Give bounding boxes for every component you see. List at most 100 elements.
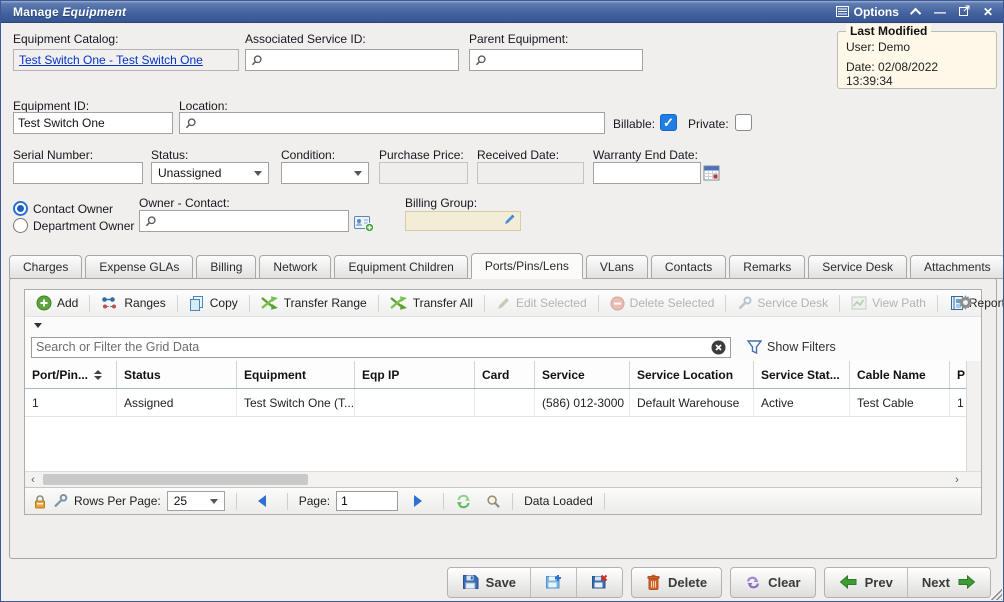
column-header-eqp-ip[interactable]: Eqp IP bbox=[355, 361, 475, 388]
popout-icon[interactable] bbox=[959, 5, 970, 18]
contact-owner-radio[interactable] bbox=[13, 201, 28, 216]
toolbar-overflow-icon[interactable] bbox=[34, 323, 42, 328]
vertical-scrollbar[interactable] bbox=[966, 361, 981, 471]
search-icon bbox=[474, 54, 487, 67]
location-input[interactable] bbox=[197, 114, 604, 132]
wrench-icon[interactable] bbox=[53, 494, 68, 508]
scroll-left-icon[interactable]: ‹ bbox=[25, 472, 41, 487]
associated-service-id-input[interactable] bbox=[263, 51, 458, 69]
column-header-port-pin[interactable]: Port/Pin... bbox=[25, 361, 117, 388]
column-header-cable-name[interactable]: Cable Name bbox=[850, 361, 950, 388]
grid-search-input[interactable] bbox=[36, 340, 711, 354]
page-label: Page: bbox=[299, 494, 330, 508]
tab-contacts[interactable]: Contacts bbox=[651, 255, 726, 279]
service-desk-button: Service Desk bbox=[732, 294, 833, 313]
copy-label: Copy bbox=[210, 296, 238, 310]
add-contact-icon[interactable] bbox=[354, 215, 375, 238]
column-header-service-status[interactable]: Service Stat... bbox=[754, 361, 850, 388]
owner-contact-input[interactable] bbox=[157, 212, 348, 230]
column-label: Service Location bbox=[637, 368, 733, 382]
prev-button[interactable]: Prev bbox=[825, 568, 907, 597]
clear-refresh-icon bbox=[745, 575, 761, 590]
next-page-icon[interactable] bbox=[414, 495, 422, 507]
delete-selected-label: Delete Selected bbox=[630, 296, 715, 310]
column-header-p[interactable]: P bbox=[950, 361, 966, 388]
ranges-button[interactable]: Ranges bbox=[96, 294, 170, 312]
delete-button[interactable]: Delete bbox=[631, 567, 722, 598]
tab-network[interactable]: Network bbox=[259, 255, 331, 279]
tab-equipment-children[interactable]: Equipment Children bbox=[334, 255, 467, 279]
tab-vlans[interactable]: VLans bbox=[586, 255, 648, 279]
tab-service-desk[interactable]: Service Desk bbox=[808, 255, 907, 279]
cell-status: Assigned bbox=[117, 389, 237, 416]
close-icon[interactable]: ✕ bbox=[983, 6, 993, 18]
equipment-catalog-link[interactable]: Test Switch One - Test Switch One bbox=[19, 53, 203, 67]
minimize-icon[interactable]: — bbox=[934, 6, 946, 18]
chevron-down-icon bbox=[210, 499, 218, 504]
parent-equipment-input[interactable] bbox=[487, 51, 642, 69]
status-select[interactable]: Unassigned bbox=[151, 162, 269, 184]
tab-expense-glas[interactable]: Expense GLAs bbox=[85, 255, 193, 279]
tab-billing[interactable]: Billing bbox=[196, 255, 256, 279]
tab-charges[interactable]: Charges bbox=[9, 255, 82, 279]
column-header-card[interactable]: Card bbox=[475, 361, 535, 388]
lock-icon[interactable] bbox=[33, 494, 47, 509]
serial-number-input[interactable] bbox=[13, 162, 143, 184]
grid-header-row: Port/Pin... Status Equipment Eqp IP Card… bbox=[25, 361, 966, 389]
report-button[interactable]: Report bbox=[944, 293, 1004, 313]
calendar-icon[interactable] bbox=[703, 164, 720, 186]
save-button[interactable]: Save bbox=[448, 568, 530, 597]
equipment-id-input[interactable] bbox=[13, 112, 173, 134]
associated-service-id-field bbox=[245, 49, 459, 71]
billable-checkbox[interactable] bbox=[660, 114, 677, 131]
copy-button[interactable]: Copy bbox=[184, 293, 243, 313]
view-path-button: View Path bbox=[846, 294, 931, 312]
location-label: Location: bbox=[179, 99, 228, 113]
next-button[interactable]: Next bbox=[907, 568, 990, 597]
page-number-input[interactable] bbox=[336, 491, 398, 511]
delete-selected-icon bbox=[610, 296, 625, 311]
rows-per-page-select[interactable]: 25 bbox=[167, 491, 225, 511]
transfer-all-label: Transfer All bbox=[413, 296, 473, 310]
grid-find-icon[interactable] bbox=[486, 494, 501, 509]
ports-grid-widget: Add Ranges bbox=[24, 289, 982, 515]
horizontal-scrollbar[interactable]: ‹ › bbox=[25, 471, 981, 487]
scrollbar-thumb[interactable] bbox=[43, 474, 308, 485]
scroll-right-icon[interactable]: › bbox=[949, 472, 965, 487]
transfer-all-button[interactable]: Transfer All bbox=[385, 294, 478, 312]
gear-icon[interactable] bbox=[958, 295, 973, 315]
tab-remarks[interactable]: Remarks bbox=[729, 255, 805, 279]
owner-contact-field bbox=[139, 210, 349, 232]
tab-strip: Charges Expense GLAs Billing Network Equ… bbox=[9, 253, 1004, 279]
department-owner-radio[interactable] bbox=[13, 218, 28, 233]
clear-button[interactable]: Clear bbox=[730, 567, 816, 598]
add-button[interactable]: Add bbox=[31, 293, 83, 313]
window-resize-handle[interactable] bbox=[990, 588, 1002, 600]
column-header-service[interactable]: Service bbox=[535, 361, 630, 388]
next-label: Next bbox=[922, 575, 950, 590]
footer-button-bar: Save bbox=[447, 566, 991, 598]
save-and-new-button[interactable] bbox=[530, 568, 576, 597]
column-header-status[interactable]: Status bbox=[117, 361, 237, 388]
warranty-end-date-input[interactable] bbox=[593, 162, 701, 184]
save-and-close-button[interactable] bbox=[576, 568, 622, 597]
parent-equipment-label: Parent Equipment: bbox=[469, 32, 568, 46]
collapse-icon[interactable] bbox=[913, 6, 921, 18]
condition-select[interactable] bbox=[281, 162, 369, 184]
previous-page-icon[interactable] bbox=[258, 495, 266, 507]
options-button[interactable]: Options bbox=[836, 5, 899, 19]
last-modified-box: Last Modified User: Demo Date: 02/08/202… bbox=[837, 31, 997, 89]
column-header-service-location[interactable]: Service Location bbox=[630, 361, 754, 388]
tab-attachments[interactable]: Attachments bbox=[910, 255, 1004, 279]
refresh-icon[interactable] bbox=[455, 494, 472, 509]
grid-pager: Rows Per Page: 25 Page: bbox=[25, 487, 981, 514]
edit-pencil-icon[interactable] bbox=[504, 212, 516, 230]
private-checkbox[interactable] bbox=[735, 114, 752, 131]
table-row[interactable]: 1 Assigned Test Switch One (T... (586) 0… bbox=[25, 389, 966, 417]
window-title: Manage Equipment bbox=[13, 5, 126, 19]
tab-ports-pins-lens[interactable]: Ports/Pins/Lens bbox=[471, 253, 583, 279]
show-filters-button[interactable]: Show Filters bbox=[747, 340, 836, 354]
column-header-equipment[interactable]: Equipment bbox=[237, 361, 355, 388]
clear-search-icon[interactable] bbox=[711, 340, 726, 355]
transfer-range-button[interactable]: Transfer Range bbox=[256, 294, 372, 312]
